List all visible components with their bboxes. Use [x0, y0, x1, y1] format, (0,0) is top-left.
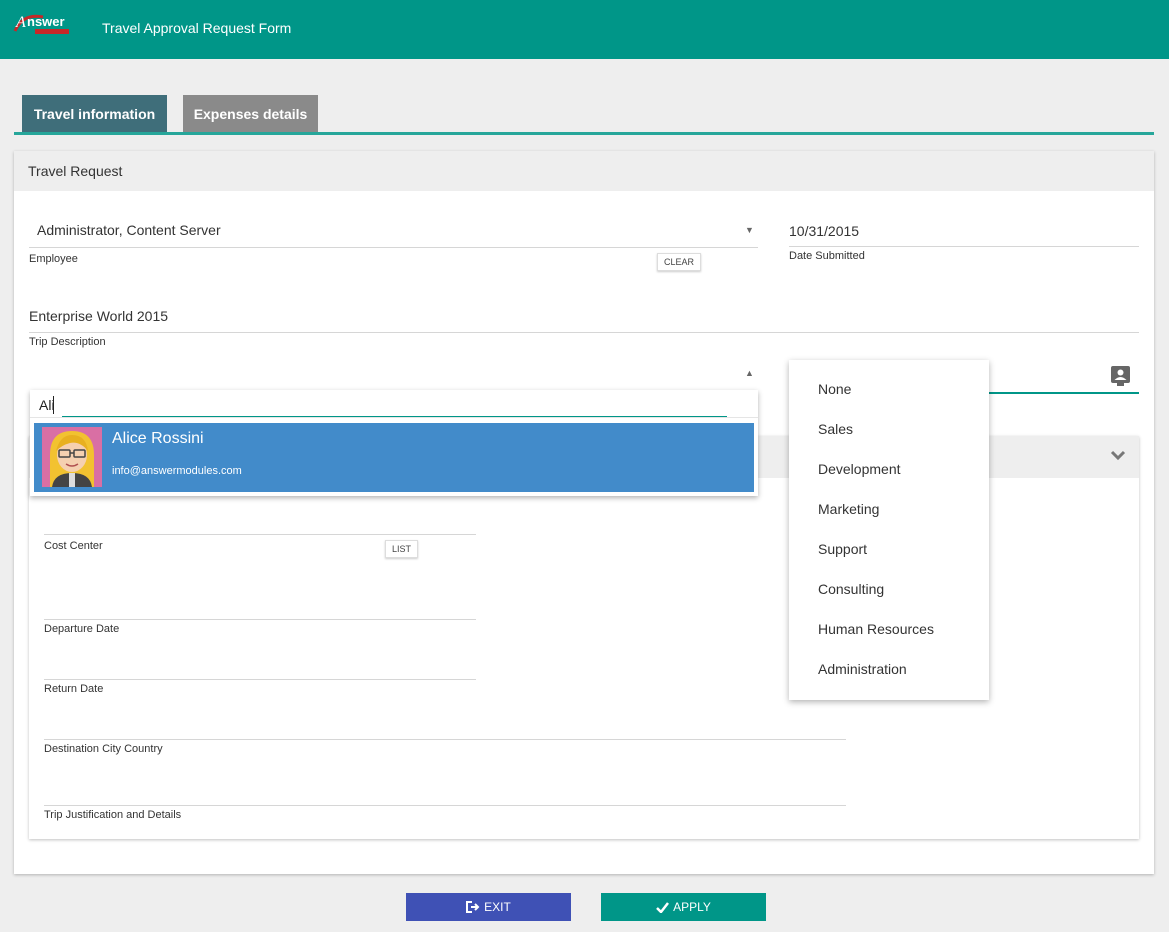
user-search-dropdown: Ali Alice Rossini info@answermodules.com — [30, 390, 758, 496]
caret-down-icon[interactable]: ▼ — [745, 225, 754, 235]
employee-select[interactable]: Administrator, Content Server — [37, 222, 221, 238]
user-result-item[interactable]: Alice Rossini info@answermodules.com — [34, 423, 754, 492]
date-submitted-label: Date Submitted — [789, 250, 865, 262]
text-cursor — [53, 396, 54, 414]
menu-item-marketing[interactable]: Marketing — [818, 501, 879, 517]
departure-date-label: Departure Date — [44, 623, 120, 635]
answer-modules-logo: A nswer — [13, 14, 69, 34]
check-icon — [656, 901, 670, 913]
menu-item-administration[interactable]: Administration — [818, 661, 907, 677]
menu-item-development[interactable]: Development — [818, 461, 901, 477]
return-date-label: Return Date — [44, 683, 104, 695]
employee-label: Employee — [29, 253, 78, 265]
apply-button[interactable]: APPLY — [601, 893, 766, 921]
exit-button[interactable]: EXIT — [406, 893, 571, 921]
justification-label: Trip Justification and Details — [44, 809, 182, 821]
user-avatar — [42, 427, 102, 487]
menu-item-human-resources[interactable]: Human Resources — [818, 621, 934, 637]
trip-description-input[interactable]: Enterprise World 2015 — [29, 308, 168, 324]
top-bar: A nswer Travel Approval Request Form — [0, 0, 1169, 59]
destination-input[interactable] — [44, 739, 846, 740]
department-menu: None Sales Development Marketing Support… — [789, 360, 989, 700]
date-submitted-input[interactable]: 10/31/2015 — [789, 223, 859, 239]
departure-date-input[interactable] — [44, 619, 476, 620]
svg-text:nswer: nswer — [27, 14, 65, 29]
chevron-down-icon[interactable] — [1109, 446, 1127, 464]
clear-button[interactable]: CLEAR — [657, 253, 702, 271]
tab-travel-information[interactable]: Travel information — [22, 95, 167, 132]
sign-out-icon — [466, 901, 480, 913]
justification-input[interactable] — [44, 805, 846, 806]
cost-center-label: Cost Center — [44, 540, 103, 552]
app-title: Travel Approval Request Form — [102, 20, 292, 36]
destination-label: Destination City Country — [44, 743, 163, 755]
menu-item-consulting[interactable]: Consulting — [818, 581, 884, 597]
return-date-input[interactable] — [44, 679, 476, 680]
menu-item-support[interactable]: Support — [818, 541, 867, 557]
svg-text:A: A — [15, 14, 26, 31]
exit-label: EXIT — [484, 900, 511, 914]
employee-underline — [29, 247, 758, 248]
tab-underline — [14, 132, 1154, 135]
user-result-name: Alice Rossini — [112, 430, 204, 447]
trip-description-underline — [29, 332, 1139, 333]
cost-center-underline — [44, 534, 476, 535]
caret-up-icon[interactable]: ▲ — [745, 368, 754, 378]
card-header: Travel Request — [14, 151, 1154, 191]
trip-description-label: Trip Description — [29, 336, 106, 348]
contact-card-icon[interactable] — [1111, 365, 1130, 386]
list-button[interactable]: LIST — [385, 540, 419, 558]
search-separator — [30, 417, 758, 418]
card-title: Travel Request — [28, 163, 123, 179]
menu-item-none[interactable]: None — [818, 381, 851, 397]
user-result-email: info@answermodules.com — [112, 465, 242, 477]
menu-item-sales[interactable]: Sales — [818, 421, 853, 437]
apply-label: APPLY — [673, 900, 711, 914]
date-submitted-underline — [789, 246, 1139, 247]
tab-expenses-details[interactable]: Expenses details — [183, 95, 318, 132]
contact-field-underline — [989, 392, 1139, 394]
